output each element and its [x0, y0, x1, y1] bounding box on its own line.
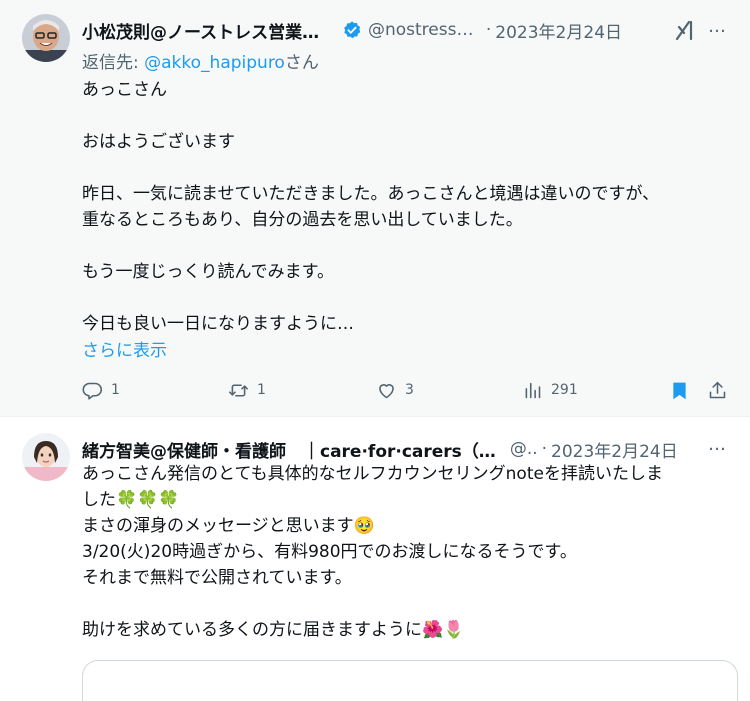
bookmark-button[interactable]: [669, 373, 690, 407]
tweet-1-paragraph: もう一度じっくり読んでみます。: [82, 262, 334, 282]
separator-dot: ·: [485, 20, 492, 40]
separator-dot: ·: [541, 439, 548, 459]
like-count: 3: [405, 382, 414, 398]
more-icon[interactable]: …: [708, 434, 727, 455]
tweet-date[interactable]: 2023年2月24日: [551, 437, 678, 462]
reply-to-suffix: さん: [284, 53, 319, 73]
tweet-2-paragraph: 助けを求めている多くの方に届きますように🌺🌷: [82, 620, 465, 640]
author-name[interactable]: 緒方智美@保健師・看護師 ｜care·for·carers（…: [82, 437, 496, 462]
share-button[interactable]: [707, 373, 728, 407]
views-count: 291: [551, 382, 578, 398]
tweet-1-text: あっこさん おはようございます 昨日、一気に読ませていただきました。あっこさんと…: [82, 77, 732, 337]
retweet-icon: [228, 383, 249, 397]
reply-count: 1: [111, 382, 120, 398]
link-card[interactable]: [82, 660, 738, 701]
views-icon: [525, 382, 541, 398]
retweet-button[interactable]: 1: [228, 373, 266, 407]
tweet-1-paragraph: 今日も良い一日になりますように…: [82, 314, 354, 334]
show-more-link[interactable]: さらに表示: [82, 336, 167, 361]
like-icon: [379, 383, 394, 398]
avatar-author-2[interactable]: [22, 433, 70, 481]
author-name[interactable]: 小松茂則@ノーストレス営業の…: [82, 18, 336, 43]
tweet-1-paragraph: あっこさん: [82, 80, 167, 100]
tweet-2[interactable]: 緒方智美@保健師・看護師 ｜care·for·carers（… @.. · 20…: [0, 417, 750, 701]
grok-icon[interactable]: [674, 19, 696, 41]
reply-icon: [82, 382, 103, 400]
tweet-1-paragraph: 昨日、一気に読ませていただきました。あっこさんと境遇は違いのですが、 重なるとこ…: [82, 184, 660, 230]
tweet-1-header: 小松茂則@ノーストレス営業の… @nostress_… · 2023年2月24日: [82, 18, 622, 43]
verified-badge-icon: [344, 21, 361, 39]
retweet-count: 1: [257, 382, 266, 398]
reply-button[interactable]: 1: [82, 373, 120, 407]
like-button[interactable]: 3: [376, 373, 414, 407]
share-icon: [709, 381, 726, 398]
author-handle[interactable]: @..: [510, 439, 538, 459]
views-button[interactable]: 291: [522, 373, 578, 407]
avatar-author-1[interactable]: [22, 14, 70, 62]
tweet-2-text: あっこさん発信のとても具体的なセルフカウンセリングnoteを拝読いたしま した🍀…: [82, 461, 737, 643]
tweet-1-paragraph: おはようございます: [82, 132, 235, 152]
reply-to-label: 返信先:: [82, 53, 145, 73]
more-icon[interactable]: …: [708, 16, 727, 37]
tweet-2-header: 緒方智美@保健師・看護師 ｜care·for·carers（… @.. · 20…: [82, 437, 702, 462]
bookmark-icon: [673, 382, 686, 399]
reply-to-mention[interactable]: @akko_hapipuro: [144, 53, 285, 73]
tweet-date[interactable]: 2023年2月24日: [495, 18, 622, 43]
tweet-1[interactable]: 小松茂則@ノーストレス営業の… @nostress_… · 2023年2月24日…: [0, 0, 750, 416]
reply-to-line: 返信先: @akko_hapipuroさん: [82, 48, 319, 73]
tweet-2-paragraph: あっこさん発信のとても具体的なセルフカウンセリングnoteを拝読いたしま した🍀…: [82, 464, 663, 588]
author-handle[interactable]: @nostress_…: [368, 20, 482, 40]
tweet-1-action-bar: 1 1 3 291: [0, 373, 750, 407]
